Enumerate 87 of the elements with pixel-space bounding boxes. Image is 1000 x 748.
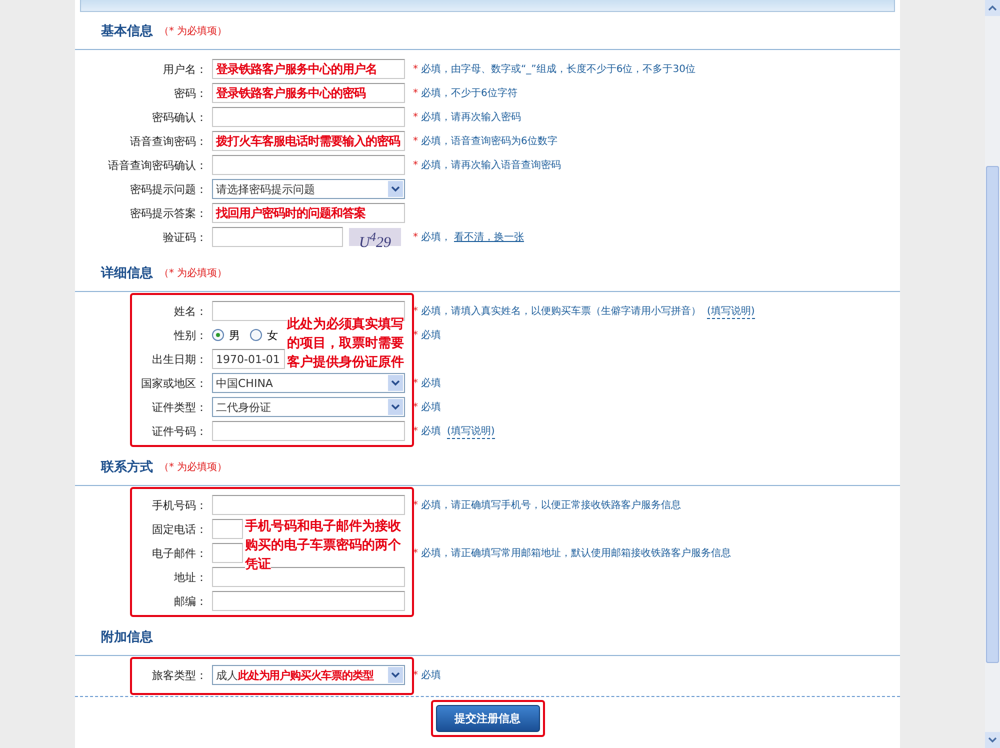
- required-asterisk: *: [413, 136, 418, 146]
- input-field[interactable]: 拨打火车客服电话时需要输入的密码: [212, 131, 405, 151]
- input-field[interactable]: 登录铁路客户服务中心的用户名: [212, 59, 405, 79]
- input-field[interactable]: [212, 543, 243, 563]
- input-field[interactable]: 1970-01-01: [212, 349, 285, 369]
- annotation-text: 登录铁路客户服务中心的用户名: [216, 60, 377, 78]
- input-field[interactable]: 登录铁路客户服务中心的密码: [212, 83, 405, 103]
- field-label: 验证码：: [162, 230, 207, 244]
- input-field[interactable]: [212, 591, 405, 611]
- hint-text: 必填，: [421, 230, 451, 244]
- hint-text: 必填: [421, 424, 441, 438]
- hint-text: 必填: [421, 400, 441, 414]
- field-label: 密码提示答案：: [129, 206, 207, 220]
- required-note: （* 为必填项）: [159, 24, 228, 38]
- field-label: 语音查询密码确认：: [107, 158, 207, 172]
- field-label: 固定电话：: [151, 522, 207, 536]
- hint-text: 必填，请正确填写常用邮箱地址，默认使用邮箱接收铁路客户服务信息: [421, 546, 731, 560]
- annotation-text: 手机号码和电子邮件为接收: [245, 516, 401, 535]
- input-field[interactable]: [212, 155, 405, 175]
- required-asterisk: *: [413, 64, 418, 74]
- input-field[interactable]: 找回用户密码时的问题和答案: [212, 203, 405, 223]
- field-label: 用户名：: [162, 62, 207, 76]
- help-link[interactable]: (填写说明): [447, 424, 495, 438]
- input-field[interactable]: [212, 421, 405, 441]
- section-title: 基本信息: [101, 22, 153, 40]
- select-field[interactable]: 中国CHINA: [212, 373, 405, 393]
- hint-text: 必填，请再次输入语音查询密码: [421, 158, 561, 172]
- field-label: 性别：: [172, 328, 207, 342]
- hint-text: 必填: [421, 668, 441, 682]
- annotation-text: 凭证: [245, 554, 271, 573]
- select-field[interactable]: 二代身份证: [212, 397, 405, 417]
- annotation-text: 登录铁路客户服务中心的密码: [216, 84, 366, 102]
- hint-text: 必填: [421, 328, 441, 342]
- field-label: 语音查询密码：: [129, 134, 207, 148]
- annotation-text: 购买的电子车票密码的两个: [245, 535, 401, 554]
- field-label: 电子邮件：: [151, 546, 207, 560]
- scroll-up-icon[interactable]: [985, 0, 1000, 16]
- required-asterisk: *: [413, 160, 418, 170]
- field-value: 1970-01-01: [216, 352, 280, 366]
- hint-text: 必填，不少于6位字符: [421, 86, 518, 100]
- required-note: （* 为必填项）: [159, 266, 228, 280]
- radio-button[interactable]: 男: [212, 328, 240, 342]
- annotation-text: 客户提供身份证原件: [287, 352, 404, 371]
- input-field[interactable]: [212, 519, 243, 539]
- input-field[interactable]: [212, 107, 405, 127]
- field-label: 证件号码：: [151, 424, 207, 438]
- hint-text: 必填，由字母、数字或“_”组成，长度不少于6位，不多于30位: [421, 62, 696, 76]
- field-label: 国家或地区：: [140, 376, 207, 390]
- field-label: 姓名：: [173, 304, 207, 318]
- submit-button[interactable]: 提交注册信息: [436, 705, 540, 732]
- field-label: 证件类型：: [151, 400, 207, 414]
- section-title: 详细信息: [101, 264, 153, 282]
- annotation-text: 此处为用户购买火车票的类型: [238, 668, 374, 682]
- scroll-down-icon[interactable]: [985, 732, 1000, 748]
- annotation-text: 的项目，取票时需要: [287, 333, 404, 352]
- section-title: 联系方式: [101, 458, 153, 476]
- radio-button[interactable]: 女: [250, 328, 278, 342]
- field-label: 邮编：: [173, 594, 207, 608]
- annotation-text: 此处为必须真实填写: [287, 314, 404, 333]
- hint-text: 必填，请再次输入密码: [421, 110, 521, 124]
- select-field[interactable]: 成人此处为用户购买火车票的类型: [212, 665, 405, 685]
- field-label: 旅客类型：: [151, 668, 207, 682]
- input-field[interactable]: [212, 227, 343, 247]
- field-label: 密码：: [173, 86, 207, 100]
- annotation-text: 拨打火车客服电话时需要输入的密码: [216, 132, 400, 150]
- field-label: 地址：: [173, 570, 207, 584]
- required-asterisk: *: [413, 88, 418, 98]
- field-label: 手机号码：: [151, 498, 207, 512]
- captcha-image[interactable]: U$^{4}$29: [349, 228, 401, 246]
- hint-text: 必填，请填入真实姓名，以便购买车票（生僻字请用小写拼音）: [421, 304, 701, 318]
- required-asterisk: *: [413, 112, 418, 122]
- field-label: 出生日期：: [151, 352, 207, 366]
- annotation-text: 找回用户密码时的问题和答案: [216, 204, 366, 222]
- required-asterisk: *: [413, 232, 418, 242]
- select-field[interactable]: 请选择密码提示问题: [212, 179, 405, 199]
- scrollbar-thumb[interactable]: [986, 166, 999, 663]
- hint-text: 必填，请正确填写手机号，以便正常接收铁路客户服务信息: [421, 498, 681, 512]
- field-label: 密码确认：: [151, 110, 207, 124]
- hint-text: 必填，语音查询密码为6位数字: [421, 134, 558, 148]
- help-link[interactable]: (填写说明): [707, 304, 755, 318]
- scrollbar[interactable]: [985, 0, 1000, 748]
- hint-text: 必填: [421, 376, 441, 390]
- required-note: （* 为必填项）: [159, 460, 228, 474]
- field-label: 密码提示问题：: [129, 182, 207, 196]
- section-title: 附加信息: [101, 628, 153, 646]
- help-link[interactable]: 看不清，换一张: [454, 230, 524, 244]
- input-field[interactable]: [212, 495, 405, 515]
